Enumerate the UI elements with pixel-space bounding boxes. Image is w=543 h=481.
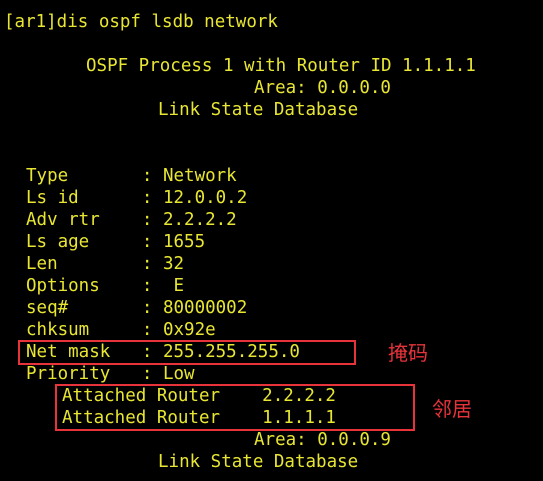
field-options: Options : E <box>26 276 185 296</box>
lsdb-title-2: Link State Database <box>158 452 359 472</box>
area-line: Area: 0.0.0.0 <box>254 78 391 98</box>
field-ls-id: Ls id : 12.0.0.2 <box>26 188 248 208</box>
neighbor-annotation: 邻居 <box>432 397 472 421</box>
mask-annotation: 掩码 <box>388 341 428 365</box>
field-seq: seq# : 80000002 <box>26 298 248 318</box>
field-chksum: chksum : 0x92e <box>26 320 216 340</box>
area-line-2: Area: 0.0.0.9 <box>254 430 391 450</box>
field-type: Type : Network <box>26 166 237 186</box>
field-len: Len : 32 <box>26 254 185 274</box>
ospf-process-line: OSPF Process 1 with Router ID 1.1.1.1 <box>86 56 476 76</box>
lsdb-title: Link State Database <box>158 100 359 120</box>
field-ls-age: Ls age : 1655 <box>26 232 206 252</box>
field-adv-rtr: Adv rtr : 2.2.2.2 <box>26 210 237 230</box>
field-priority: Priority : Low <box>26 364 195 384</box>
net-mask-highlight-box <box>18 340 356 365</box>
command-line: [ar1]dis ospf lsdb network <box>4 12 278 32</box>
attached-router-highlight-box <box>55 384 415 431</box>
